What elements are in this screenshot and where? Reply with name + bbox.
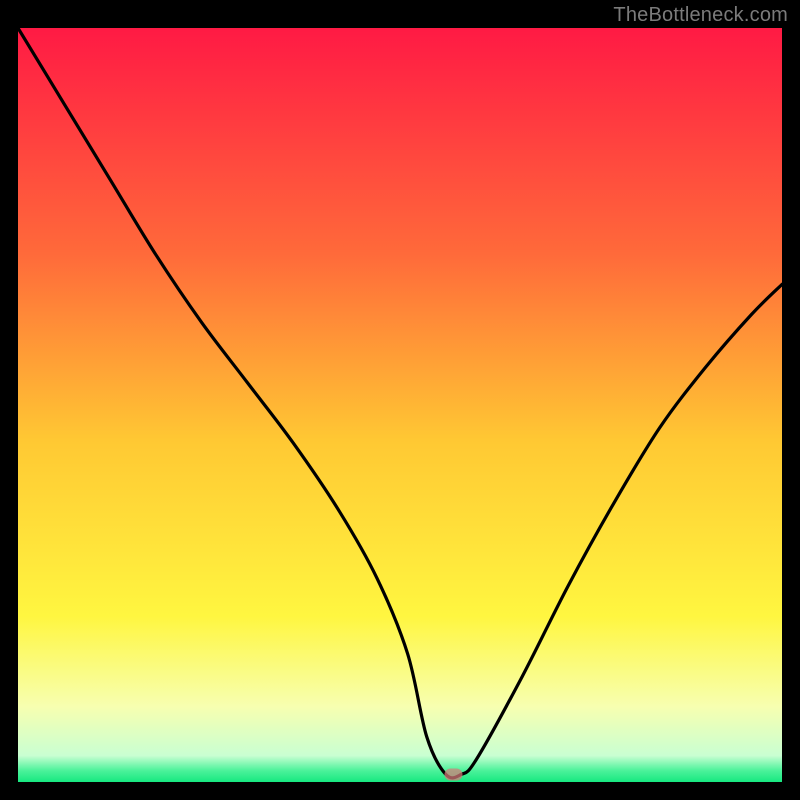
chart-svg bbox=[18, 28, 782, 782]
gradient-background bbox=[18, 28, 782, 782]
watermark-text: TheBottleneck.com bbox=[613, 4, 788, 27]
chart-frame: TheBottleneck.com bbox=[0, 0, 800, 800]
minimum-marker bbox=[444, 768, 462, 780]
plot-area bbox=[18, 28, 782, 782]
